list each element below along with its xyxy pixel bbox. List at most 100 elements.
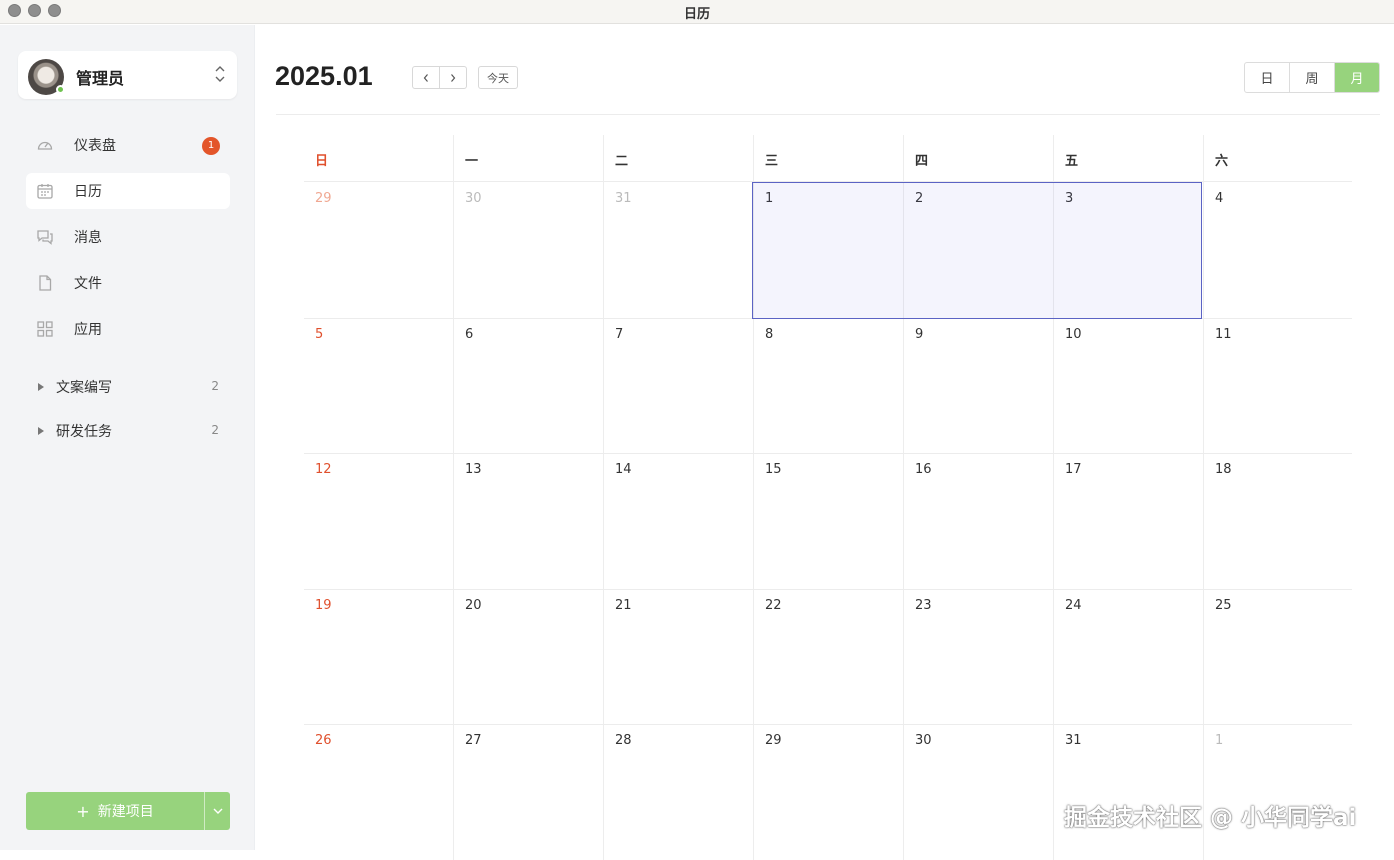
sidebar-item-label: 消息	[74, 230, 102, 246]
calendar-day-cell[interactable]: 21	[604, 589, 754, 724]
view-day-button[interactable]: 日	[1245, 63, 1289, 92]
day-number: 4	[1215, 191, 1224, 206]
calendar-day-cell[interactable]: 16	[904, 453, 1054, 588]
calendar-day-cell[interactable]: 13	[454, 453, 604, 588]
avatar	[28, 59, 65, 95]
calendar-day-cell[interactable]: 6	[454, 318, 604, 453]
calendar-day-cell[interactable]: 22	[754, 589, 904, 724]
next-month-button[interactable]	[439, 67, 466, 88]
group-count: 2	[211, 379, 219, 393]
weekday-label-wednesday: 三	[765, 154, 779, 169]
account-switcher[interactable]: 管理员	[18, 51, 237, 99]
day-number: 31	[615, 191, 632, 206]
calendar-day-cell[interactable]: 28	[604, 724, 754, 859]
title-bar: 日历	[0, 0, 1394, 24]
view-month-button[interactable]: 月	[1334, 63, 1379, 92]
calendar-day-cell[interactable]: 8	[754, 318, 904, 453]
weekday-label-sunday: 日	[315, 154, 329, 169]
sidebar-item-calendar[interactable]: 日历	[26, 173, 230, 209]
day-number: 8	[765, 327, 774, 342]
calendar-day-cell[interactable]: 4	[1204, 182, 1354, 317]
calendar-day-cell[interactable]: 17	[1054, 453, 1204, 588]
view-week-button[interactable]: 周	[1289, 63, 1334, 92]
day-number: 5	[315, 327, 324, 342]
chevron-down-icon	[213, 808, 222, 814]
file-icon	[36, 274, 54, 292]
calendar-day-cell[interactable]: 10	[1054, 318, 1204, 453]
calendar-day-cell[interactable]: 29	[754, 724, 904, 859]
sidebar-item-apps[interactable]: 应用	[26, 311, 230, 347]
calendar-day-cell[interactable]: 23	[904, 589, 1054, 724]
calendar-icon	[36, 182, 54, 200]
month-calendar-grid: 日一二三四五六 29 30 31 1 2 3 4 5 6 7 8 9 10 11 12 13 14 15 16 17 1…	[304, 135, 1354, 860]
calendar-day-cell[interactable]: 2	[904, 182, 1054, 317]
sidebar-item-label: 日历	[74, 184, 102, 200]
day-number: 11	[1215, 327, 1232, 342]
day-number: 31	[1065, 733, 1082, 748]
calendar-day-cell[interactable]: 27	[454, 724, 604, 859]
calendar-day-cell[interactable]: 1	[1204, 724, 1354, 859]
notification-badge: 1	[202, 137, 220, 155]
window-title: 日历	[683, 7, 710, 22]
calendar-day-cell[interactable]: 15	[754, 453, 904, 588]
calendar-day-cell[interactable]: 7	[604, 318, 754, 453]
calendar-day-cell[interactable]: 30	[904, 724, 1054, 859]
day-number: 2	[915, 191, 924, 206]
dashboard-icon	[36, 136, 54, 154]
day-number: 29	[315, 191, 332, 206]
day-number: 7	[615, 327, 624, 342]
calendar-day-cell[interactable]: 30	[454, 182, 604, 317]
day-number: 1	[1215, 733, 1224, 748]
main-content: 2025.01 今天 日 周 月 日一二三四五六 29 30 31 1 2 3 4 5 6 7 8 9…	[256, 25, 1394, 860]
calendar-day-cell[interactable]: 25	[1204, 589, 1354, 724]
calendar-day-cell[interactable]: 11	[1204, 318, 1354, 453]
sidebar-item-label: 应用	[74, 322, 102, 338]
sidebar-item-messages[interactable]: 消息	[26, 219, 230, 255]
calendar-day-cell[interactable]: 31	[1054, 724, 1204, 859]
calendar-day-cell[interactable]: 5	[304, 318, 454, 453]
current-month-title: 2025.01	[275, 61, 373, 91]
caret-right-icon	[38, 383, 44, 391]
day-number: 26	[315, 733, 332, 748]
day-number: 24	[1065, 598, 1082, 613]
day-number: 14	[615, 462, 632, 477]
sidebar-item-label: 文件	[74, 276, 102, 292]
today-button[interactable]: 今天	[478, 66, 518, 89]
day-number: 23	[915, 598, 932, 613]
day-number: 18	[1215, 462, 1232, 477]
header-divider	[276, 114, 1380, 115]
new-project-dropdown-button[interactable]	[204, 792, 230, 830]
group-copywriting[interactable]: 文案编写 2	[26, 372, 230, 402]
watermark-text: 掘金技术社区 @ 小华同学ai	[1064, 805, 1357, 831]
day-number: 27	[465, 733, 482, 748]
calendar-day-cell[interactable]: 18	[1204, 453, 1354, 588]
calendar-day-cell[interactable]: 20	[454, 589, 604, 724]
previous-month-button[interactable]	[413, 67, 439, 88]
calendar-day-cell[interactable]: 9	[904, 318, 1054, 453]
calendar-day-cell[interactable]: 31	[604, 182, 754, 317]
day-number: 16	[915, 462, 932, 477]
sidebar-item-files[interactable]: 文件	[26, 265, 230, 301]
group-dev-tasks[interactable]: 研发任务 2	[26, 416, 230, 446]
calendar-day-cell[interactable]: 19	[304, 589, 454, 724]
day-number: 30	[465, 191, 482, 206]
day-number: 30	[915, 733, 932, 748]
sidebar: 管理员 仪表盘 1 日历 消息 文件 应用 文案编写 2 研发任务 2 + 新建…	[0, 25, 255, 850]
sidebar-item-dashboard[interactable]: 仪表盘 1	[26, 127, 230, 163]
day-number: 20	[465, 598, 482, 613]
chevron-right-icon	[451, 73, 456, 82]
calendar-day-cell[interactable]: 3	[1054, 182, 1204, 317]
calendar-day-cell[interactable]: 14	[604, 453, 754, 588]
new-project-button[interactable]: + 新建项目	[26, 792, 204, 830]
calendar-day-cell[interactable]: 29	[304, 182, 454, 317]
day-number: 15	[765, 462, 782, 477]
month-navigation	[412, 66, 467, 89]
calendar-day-cell[interactable]: 26	[304, 724, 454, 859]
group-label: 研发任务	[56, 424, 112, 440]
calendar-day-cell[interactable]: 12	[304, 453, 454, 588]
online-status-dot	[56, 85, 65, 94]
calendar-day-cell[interactable]: 24	[1054, 589, 1204, 724]
calendar-day-cell[interactable]: 1	[754, 182, 904, 317]
weekday-label-saturday: 六	[1215, 154, 1229, 169]
view-switcher: 日 周 月	[1244, 62, 1380, 93]
